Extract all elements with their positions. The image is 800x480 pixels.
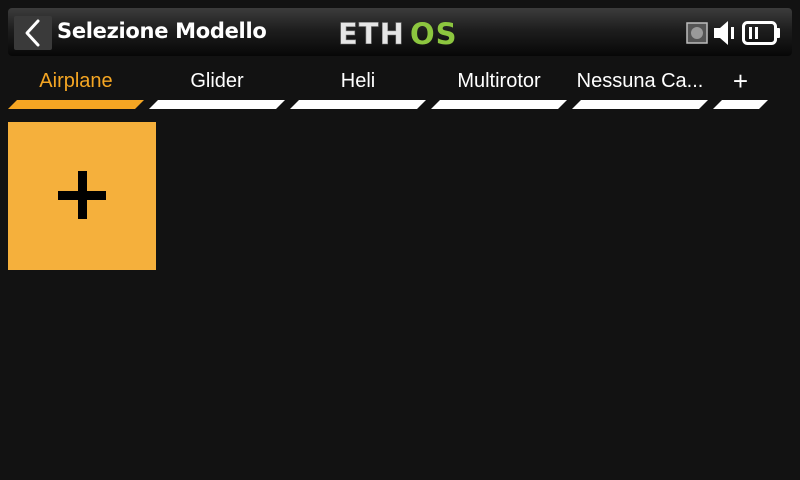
plus-icon: [58, 171, 106, 219]
add-category-tab[interactable]: +: [713, 64, 768, 112]
status-icons: [686, 19, 782, 47]
tab-label: Airplane: [39, 70, 113, 92]
tab-glider[interactable]: Glider: [149, 64, 285, 112]
ethos-logo: ETH OS: [338, 17, 458, 49]
add-category-label: +: [732, 66, 749, 96]
tab-underline: [8, 100, 144, 109]
tab-underline: [431, 100, 567, 109]
tab-label: Glider: [190, 70, 244, 92]
battery-icon: [742, 21, 780, 45]
add-model-button[interactable]: [8, 122, 156, 270]
chevron-left-icon: [25, 19, 40, 47]
tab-underline: [572, 100, 708, 109]
speaker-icon: [714, 21, 734, 45]
tab-underline: [290, 100, 426, 109]
record-indicator-icon: [686, 22, 708, 44]
tab-underline: [713, 100, 768, 109]
tab-label: Heli: [340, 70, 376, 92]
tab-multirotor[interactable]: Multirotor: [431, 64, 567, 112]
tab-airplane[interactable]: Airplane: [8, 64, 144, 112]
page-title: Selezione Modello: [57, 19, 267, 43]
model-select-screen: Selezione Modello ETH OS Airplane Glider…: [0, 0, 800, 480]
back-button[interactable]: [14, 16, 52, 50]
logo-text-os: OS: [410, 17, 458, 49]
tab-underline: [149, 100, 285, 109]
header-bar: Selezione Modello ETH OS: [8, 8, 792, 56]
tab-label: Nessuna Ca...: [576, 70, 704, 92]
logo-text-eth: ETH: [338, 17, 405, 49]
tab-nessuna-categoria[interactable]: Nessuna Ca...: [572, 64, 708, 112]
tab-heli[interactable]: Heli: [290, 64, 426, 112]
tab-label: Multirotor: [457, 70, 541, 92]
